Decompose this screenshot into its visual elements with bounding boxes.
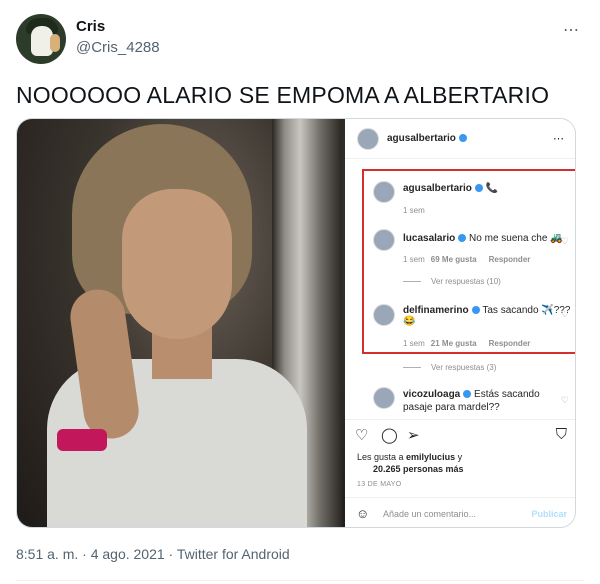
ig-comment-text: vicozuloaga Estás sacando pasaje para ma… <box>403 389 540 413</box>
bookmark-icon: ⛉ <box>555 426 567 443</box>
photo-wristband <box>57 429 107 451</box>
ig-publish-label: Publicar <box>531 509 567 519</box>
ig-likes-line: Les gusta a emilylucius y <box>357 452 463 462</box>
ig-likes-count: 20.265 personas más <box>373 464 464 474</box>
tweet-media[interactable]: agusalbertario ⋯ agusalbertario 📞 1 sem … <box>16 118 576 528</box>
ig-like-heart-icon: ♡ <box>560 309 569 319</box>
verified-icon <box>471 306 480 315</box>
share-icon: ➢ <box>407 427 420 444</box>
ig-comment-time: 1 sem <box>403 206 425 215</box>
ig-header-avatar <box>357 128 379 150</box>
ig-like-heart-icon: ♡ <box>560 236 569 246</box>
ig-replies-line <box>403 281 421 282</box>
ig-view-replies: Ver respuestas (3) <box>431 363 497 372</box>
heart-icon: ♡ <box>355 427 369 444</box>
ig-comment-avatar <box>373 304 395 326</box>
ig-more-icon: ⋯ <box>553 133 565 145</box>
verified-icon <box>463 390 472 399</box>
photo-face <box>122 189 232 339</box>
ig-comment-user: agusalbertario 📞 <box>403 183 499 194</box>
ig-like-heart-icon: ♡ <box>560 395 569 405</box>
tweet-timestamp[interactable]: 8:51 a. m. · 4 ago. 2021 · Twitter for A… <box>16 546 290 562</box>
ig-view-replies: Ver respuestas (10) <box>431 277 501 286</box>
ig-action-bar: ♡ ◯ ➢ ⛉ <box>345 419 575 449</box>
comment-icon: ◯ <box>381 427 398 444</box>
display-name[interactable]: Cris <box>76 18 105 35</box>
verified-icon <box>474 184 483 193</box>
tweet-text: NOOOOOO ALARIO SE EMPOMA A ALBERTARIO <box>16 82 550 108</box>
verified-icon <box>458 234 467 243</box>
ig-post-date: 13 DE MAYO <box>357 481 402 488</box>
ig-replies-line <box>403 367 421 368</box>
ig-comment-avatar <box>373 229 395 251</box>
instagram-screenshot: agusalbertario ⋯ agusalbertario 📞 1 sem … <box>345 119 575 527</box>
ig-comment-avatar <box>373 181 395 203</box>
emoji-icon: ☺ <box>356 506 370 521</box>
avatar-ear <box>50 34 60 52</box>
ig-header: agusalbertario ⋯ <box>345 119 575 159</box>
ig-header-user: agusalbertario <box>387 133 467 144</box>
ig-comment-box: ☺ Añade un comentario... Publicar <box>345 497 575 527</box>
more-options-icon[interactable]: ⋯ <box>563 20 580 40</box>
profile-avatar[interactable] <box>16 14 66 64</box>
ig-comment-avatar <box>373 387 395 409</box>
ig-comment-user: delfinamerino Tas sacando ✈️???😂 <box>403 305 571 327</box>
divider <box>16 580 584 581</box>
verified-icon <box>458 134 467 143</box>
ig-comment-meta: 1 sem 69 Me gusta Responder <box>403 255 531 264</box>
user-handle[interactable]: @Cris_4288 <box>76 39 160 56</box>
photo-woman-phone <box>17 119 345 527</box>
ig-comment-meta: 1 sem 21 Me gusta Responder <box>403 339 531 348</box>
ig-comment-placeholder: Añade un comentario... <box>383 509 477 519</box>
ig-comment-user: lucasalario No me suena che 🚜 <box>403 233 563 244</box>
